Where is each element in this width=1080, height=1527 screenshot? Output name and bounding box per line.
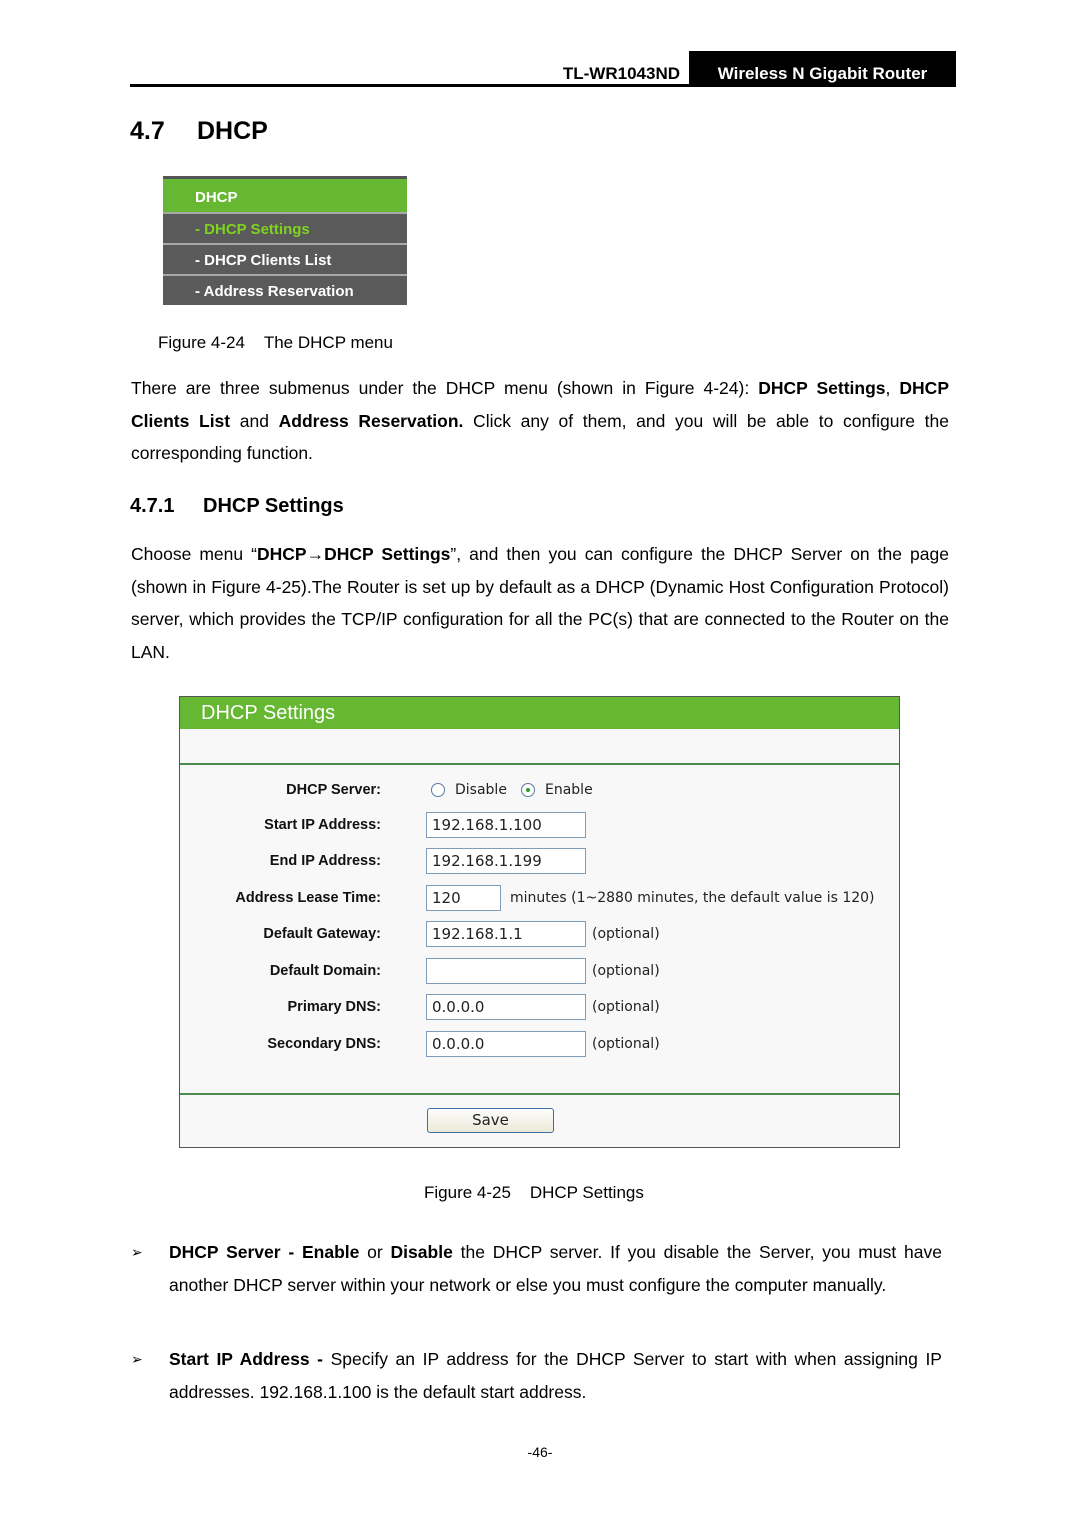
primary-dns-hint: (optional) bbox=[592, 999, 660, 1015]
row-primary-dns: Primary DNS: 0.0.0.0 (optional) bbox=[180, 994, 899, 1020]
secondary-dns-hint: (optional) bbox=[592, 1036, 660, 1052]
lease-time-label: Address Lease Time: bbox=[235, 890, 381, 906]
text: and bbox=[230, 410, 279, 431]
bold-text: DHCP Server - Enable bbox=[169, 1242, 360, 1262]
figure-caption-menu: Figure 4-24 The DHCP menu bbox=[158, 333, 393, 353]
header-rule bbox=[130, 84, 956, 87]
row-default-gateway: Default Gateway: 192.168.1.1 (optional) bbox=[180, 921, 899, 947]
page-number: -46- bbox=[527, 1444, 553, 1460]
panel-title: DHCP Settings bbox=[180, 697, 899, 729]
secondary-dns-input[interactable]: 0.0.0.0 bbox=[426, 1031, 586, 1057]
dhcp-menu: DHCP - DHCP Settings - DHCP Clients List… bbox=[163, 176, 407, 305]
default-domain-label: Default Domain: bbox=[269, 963, 381, 979]
disable-radio[interactable] bbox=[431, 783, 445, 797]
figure-caption-settings: Figure 4-25 DHCP Settings bbox=[424, 1183, 644, 1203]
text: , bbox=[885, 378, 900, 398]
header-product: Wireless N Gigabit Router bbox=[689, 51, 956, 87]
caption-text: DHCP Settings bbox=[529, 1183, 644, 1202]
menu-item-dhcp-clients-list[interactable]: - DHCP Clients List bbox=[163, 243, 407, 274]
default-gateway-input[interactable]: 192.168.1.1 bbox=[426, 921, 586, 947]
text: or bbox=[359, 1242, 391, 1262]
divider bbox=[180, 1093, 899, 1095]
enable-label: Enable bbox=[545, 782, 593, 798]
enable-radio[interactable] bbox=[521, 783, 535, 797]
row-end-ip: End IP Address: 192.168.1.199 bbox=[180, 848, 899, 874]
caption-number: Figure 4-25 bbox=[424, 1183, 511, 1202]
text: Choose menu “ bbox=[131, 544, 257, 564]
save-button[interactable]: Save bbox=[427, 1108, 554, 1133]
subsection-title: DHCP Settings bbox=[203, 495, 344, 517]
row-secondary-dns: Secondary DNS: 0.0.0.0 (optional) bbox=[180, 1031, 899, 1057]
bullet-start-ip: ➢ Start IP Address - Specify an IP addre… bbox=[131, 1343, 942, 1408]
bullet-text: DHCP Server - Enable or Disable the DHCP… bbox=[169, 1236, 942, 1301]
primary-dns-label: Primary DNS: bbox=[287, 999, 381, 1015]
start-ip-label: Start IP Address: bbox=[264, 817, 381, 833]
divider bbox=[180, 763, 899, 765]
subsection-heading: 4.7.1 DHCP Settings bbox=[130, 495, 344, 518]
default-domain-input[interactable] bbox=[426, 958, 586, 984]
caption-text: The DHCP menu bbox=[263, 333, 393, 352]
subsection-number: 4.7.1 bbox=[130, 495, 175, 517]
menu-head-dhcp[interactable]: DHCP bbox=[163, 179, 407, 212]
end-ip-label: End IP Address: bbox=[269, 853, 381, 869]
arrow-bullet-icon: ➢ bbox=[131, 1351, 143, 1367]
end-ip-input[interactable]: 192.168.1.199 bbox=[426, 848, 586, 874]
bold-text: DHCP Settings bbox=[758, 378, 886, 398]
default-gateway-label: Default Gateway: bbox=[263, 926, 381, 942]
intro-paragraph: There are three submenus under the DHCP … bbox=[131, 372, 949, 470]
default-gateway-hint: (optional) bbox=[592, 926, 660, 942]
dhcp-server-label: DHCP Server: bbox=[286, 782, 381, 798]
dhcp-settings-panel: DHCP Settings DHCP Server: Disable Enabl… bbox=[179, 696, 900, 1148]
primary-dns-input[interactable]: 0.0.0.0 bbox=[426, 994, 586, 1020]
header-model: TL-WR1043ND bbox=[562, 64, 680, 83]
disable-label: Disable bbox=[455, 782, 507, 798]
section-title: DHCP bbox=[197, 117, 268, 145]
row-start-ip: Start IP Address: 192.168.1.100 bbox=[180, 812, 899, 838]
lease-time-hint: minutes (1~2880 minutes, the default val… bbox=[510, 890, 875, 906]
bold-text: Address Reservation. bbox=[278, 410, 464, 431]
menu-item-dhcp-settings[interactable]: - DHCP Settings bbox=[163, 212, 407, 243]
start-ip-input[interactable]: 192.168.1.100 bbox=[426, 812, 586, 838]
caption-number: Figure 4-24 bbox=[158, 333, 245, 352]
row-dhcp-server: DHCP Server: Disable Enable bbox=[180, 777, 899, 803]
secondary-dns-label: Secondary DNS: bbox=[267, 1036, 381, 1052]
arrow-bullet-icon: ➢ bbox=[131, 1244, 143, 1260]
bold-text: Disable bbox=[390, 1242, 453, 1262]
bold-text: Start IP Address - bbox=[169, 1349, 324, 1369]
section-number: 4.7 bbox=[130, 117, 165, 145]
menu-item-address-reservation[interactable]: - Address Reservation bbox=[163, 274, 407, 305]
bullet-text: Start IP Address - Specify an IP address… bbox=[169, 1343, 942, 1408]
bold-text: DHCP→DHCP Settings bbox=[256, 544, 451, 564]
lease-time-input[interactable]: 120 bbox=[426, 885, 501, 911]
row-default-domain: Default Domain: (optional) bbox=[180, 958, 899, 984]
bullet-dhcp-server: ➢ DHCP Server - Enable or Disable the DH… bbox=[131, 1236, 942, 1301]
text: There are three submenus under the DHCP … bbox=[131, 378, 759, 398]
choose-paragraph: Choose menu “DHCP→DHCP Settings”, and th… bbox=[131, 538, 949, 668]
row-lease-time: Address Lease Time: 120 minutes (1~2880 … bbox=[180, 885, 899, 911]
section-heading: 4.7 DHCP bbox=[130, 117, 268, 146]
default-domain-hint: (optional) bbox=[592, 963, 660, 979]
